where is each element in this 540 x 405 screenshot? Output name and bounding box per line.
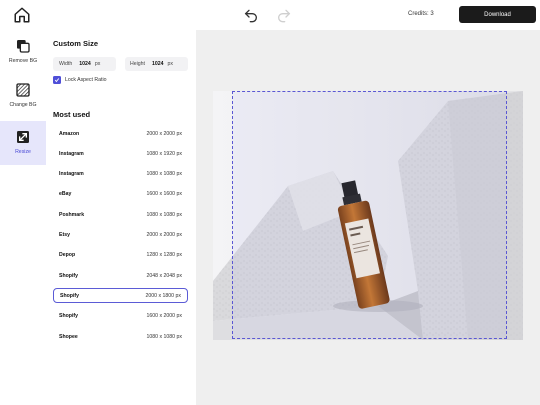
preset-row[interactable]: eBay 1600 x 1600 px — [53, 186, 188, 202]
preset-name: Shopify — [60, 292, 80, 299]
tool-remove-bg[interactable]: Remove BG — [0, 30, 46, 74]
preset-size: 1080 x 1080 px — [146, 171, 182, 178]
tool-rail: Remove BG Change BG Resize — [0, 30, 46, 405]
download-button[interactable]: Download — [459, 6, 536, 23]
preset-row[interactable]: Shopify 2048 x 2048 px — [53, 268, 188, 284]
preset-name: Shopify — [59, 313, 79, 320]
preset-size: 1080 x 1080 px — [146, 211, 182, 218]
preset-size: 2048 x 2048 px — [146, 272, 182, 279]
preset-row[interactable]: Amazon 2000 x 2000 px — [53, 126, 188, 141]
hatched-square-icon — [16, 83, 30, 97]
width-unit: px — [94, 61, 101, 67]
preset-size: 2000 x 1800 px — [145, 292, 181, 299]
width-label: Width — [59, 61, 73, 67]
width-field[interactable]: Width 1024 px — [53, 57, 116, 71]
preset-row[interactable]: Poshmark 1080 x 1080 px — [53, 207, 188, 223]
lock-aspect-ratio-checkbox[interactable] — [53, 76, 61, 84]
preset-name: Etsy — [59, 232, 70, 238]
height-label: Height — [130, 61, 145, 67]
tool-change-bg[interactable]: Change BG — [0, 74, 46, 118]
resize-icon — [17, 131, 29, 143]
preset-name: Shopee — [59, 333, 78, 340]
preset-row[interactable]: Shopee 1080 x 1080 px — [53, 329, 188, 344]
preset-size: 1600 x 2000 px — [146, 313, 182, 320]
crop-frame[interactable] — [232, 91, 507, 339]
canvas-area — [196, 30, 540, 405]
height-unit: px — [167, 61, 174, 67]
preset-name: Poshmark — [59, 211, 85, 218]
height-value[interactable]: 1024 — [152, 61, 164, 67]
preset-size: 2000 x 2000 px — [146, 130, 182, 137]
preset-size: 1600 x 1600 px — [146, 191, 182, 198]
checkmark-icon — [54, 78, 60, 83]
preset-row[interactable]: Shopify 1600 x 2000 px — [53, 308, 188, 324]
preset-name: Depop — [59, 252, 76, 259]
preset-name: Instagram — [59, 150, 84, 157]
preset-row[interactable]: Instagram 1080 x 1920 px — [53, 146, 188, 162]
redo-icon[interactable] — [276, 7, 292, 23]
layers-icon — [17, 40, 30, 53]
tool-label: Resize — [15, 149, 31, 155]
height-field[interactable]: Height 1024 px — [125, 57, 188, 71]
lock-aspect-ratio-row[interactable]: Lock Aspect Ratio — [53, 76, 107, 84]
credits-counter: Credits: 3 — [408, 11, 434, 17]
lock-aspect-ratio-label: Lock Aspect Ratio — [65, 77, 107, 83]
preset-size: 2000 x 2000 px — [146, 232, 182, 238]
preset-name: Shopify — [59, 272, 79, 279]
preset-row[interactable]: Instagram 1080 x 1080 px — [53, 166, 188, 182]
preset-size: 1280 x 1280 px — [146, 252, 182, 259]
preset-name: Amazon — [59, 130, 80, 137]
width-value[interactable]: 1024 — [79, 61, 91, 67]
preset-size: 1080 x 1080 px — [146, 333, 182, 340]
top-bar: Credits: 3 Download — [0, 0, 540, 30]
tool-label: Remove BG — [8, 58, 38, 64]
preset-row[interactable]: Depop 1280 x 1280 px — [53, 247, 188, 263]
home-icon[interactable] — [13, 6, 31, 24]
undo-icon[interactable] — [243, 7, 259, 23]
preset-row[interactable]: Shopify 2000 x 1800 px — [53, 288, 188, 304]
tool-label: Change BG — [9, 102, 37, 108]
resize-panel: Custom Size Width 1024 px Height 1024 px… — [46, 30, 196, 405]
preset-name: Instagram — [59, 171, 84, 178]
preset-row[interactable]: Etsy 2000 x 2000 px — [53, 227, 188, 243]
preset-name: eBay — [59, 191, 72, 198]
tool-resize[interactable]: Resize — [0, 121, 46, 165]
most-used-title: Most used — [53, 110, 91, 119]
preset-size: 1080 x 1920 px — [146, 150, 182, 157]
custom-size-title: Custom Size — [53, 39, 99, 48]
